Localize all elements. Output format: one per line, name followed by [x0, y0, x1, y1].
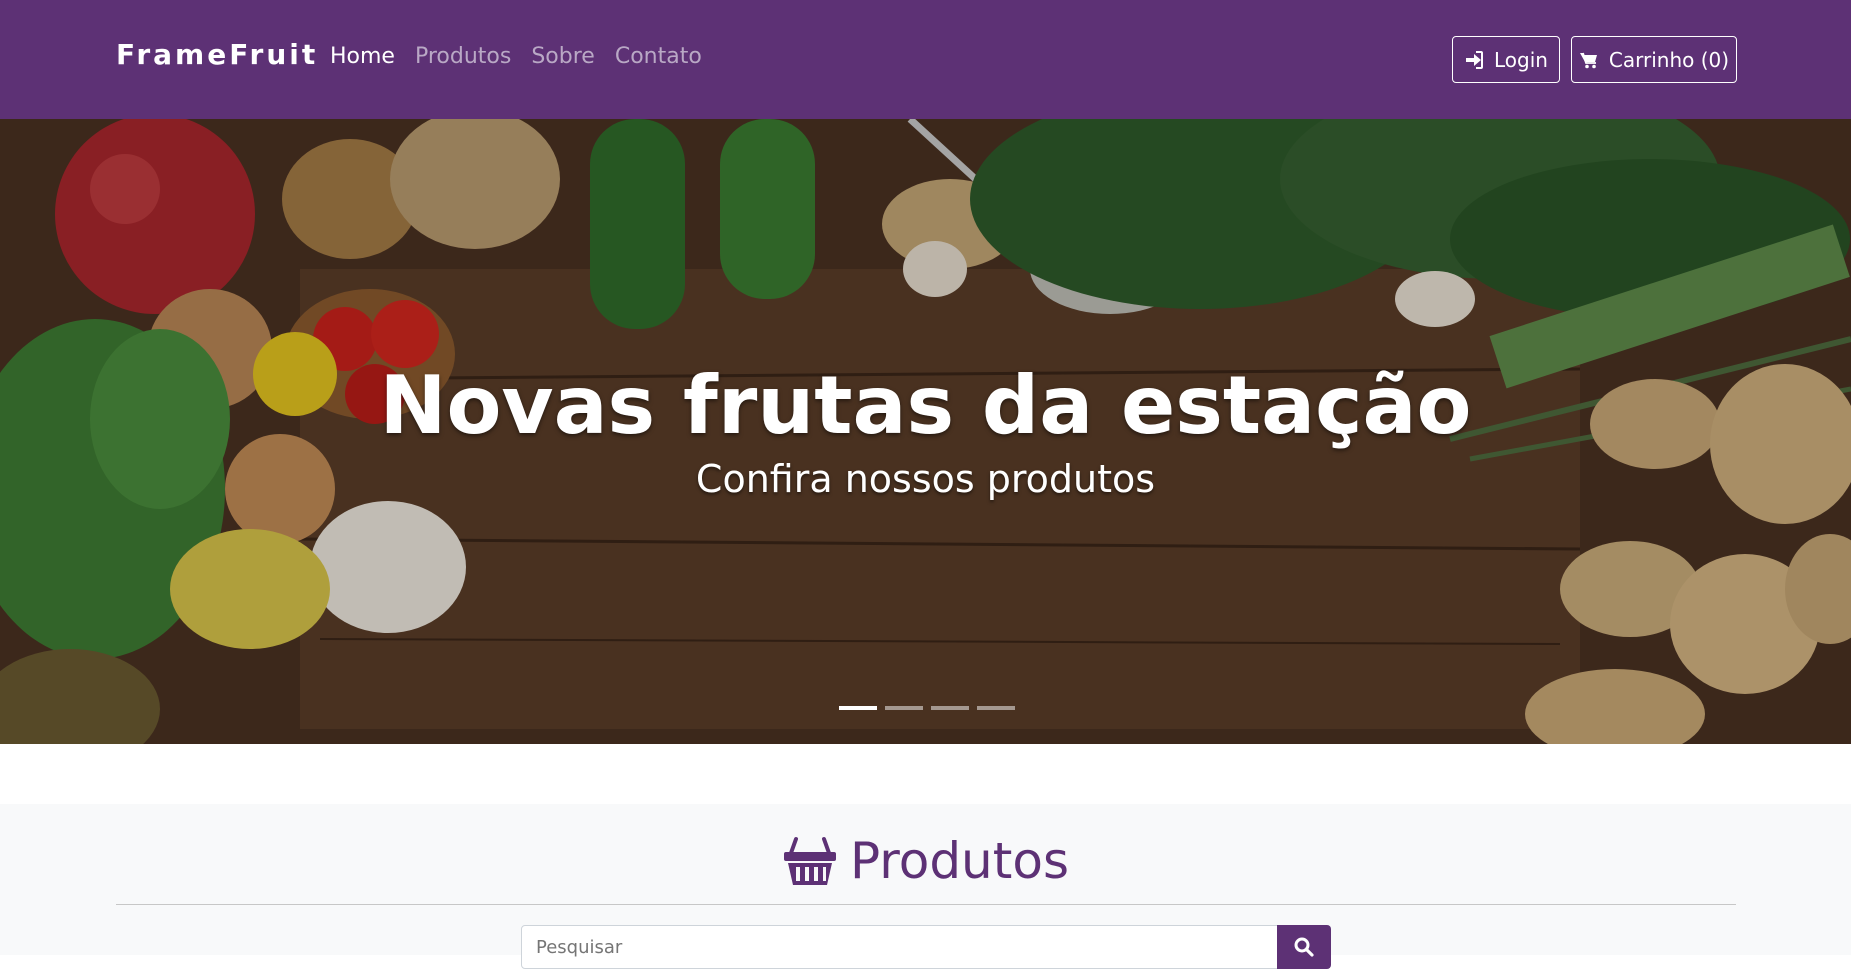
carousel-indicator-1[interactable]: [839, 706, 877, 710]
search-button[interactable]: [1277, 925, 1331, 969]
shopping-cart-icon: [1579, 52, 1597, 68]
nav-links: Home Produtos Sobre Contato: [330, 44, 702, 69]
products-divider: [116, 904, 1736, 905]
shopping-basket-icon: [784, 837, 836, 885]
products-heading-label: Produtos: [850, 832, 1069, 890]
search-input[interactable]: [521, 925, 1278, 969]
carousel-indicator-3[interactable]: [931, 706, 969, 710]
login-label: Login: [1494, 47, 1548, 72]
login-button[interactable]: Login: [1452, 36, 1560, 83]
nav-link-sobre[interactable]: Sobre: [531, 44, 595, 69]
hero-subtitle: Confira nossos produtos: [695, 457, 1156, 501]
carousel-indicator-2[interactable]: [885, 706, 923, 710]
cart-label: Carrinho (0): [1608, 47, 1730, 72]
nav-link-produtos[interactable]: Produtos: [415, 44, 511, 69]
nav-link-home[interactable]: Home: [330, 44, 395, 69]
brand-logo[interactable]: FrameFruit: [116, 38, 318, 71]
hero-carousel[interactable]: Novas frutas da estação Confira nossos p…: [0, 119, 1851, 744]
hero-title: Novas frutas da estação: [379, 359, 1472, 452]
nav-link-contato[interactable]: Contato: [615, 44, 702, 69]
products-section: Produtos: [0, 804, 1851, 969]
carousel-indicators: [839, 706, 1015, 710]
navbar: FrameFruit Home Produtos Sobre Contato L…: [0, 0, 1851, 119]
cart-button[interactable]: Carrinho (0): [1571, 36, 1737, 83]
carousel-indicator-4[interactable]: [977, 706, 1015, 710]
sign-in-icon: [1466, 50, 1484, 69]
products-heading: Produtos: [0, 832, 1851, 890]
